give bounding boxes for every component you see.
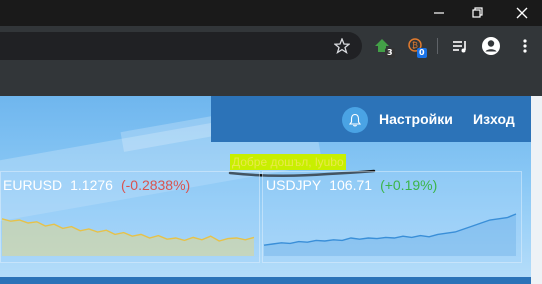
star-icon [334, 38, 350, 54]
ticker-symbol: USDJPY [266, 177, 322, 193]
browser-menu-button[interactable] [512, 33, 538, 59]
site-header: Настройки Изход [211, 96, 531, 142]
minimize-icon [434, 12, 444, 14]
content-bottom-bar [0, 277, 531, 284]
close-window-button[interactable] [505, 0, 539, 26]
media-controls-button[interactable] [447, 33, 473, 59]
settings-link[interactable]: Настройки [379, 111, 453, 127]
web-page: Настройки Изход Добре дошъл, lyubo EURUS… [0, 96, 542, 284]
sparkline-eurusd [1, 218, 255, 256]
logout-link[interactable]: Изход [473, 111, 515, 127]
browser-titlebar [0, 0, 542, 26]
bell-icon [349, 113, 361, 127]
account-icon [482, 37, 500, 55]
ticker-usdjpy: USDJPY 106.71 (+0.19%) [266, 177, 437, 193]
bookmark-star-button[interactable] [329, 33, 355, 59]
page-scrollbar[interactable] [531, 96, 542, 284]
welcome-message: Добре дошъл, lyubo [230, 154, 346, 170]
toolbar-separator [437, 38, 438, 54]
profile-button[interactable] [478, 33, 504, 59]
home-extension-button[interactable]: 3 [369, 33, 395, 59]
ticker-symbol: EURUSD [3, 177, 63, 193]
restore-icon [472, 7, 483, 18]
restore-button[interactable] [461, 0, 495, 26]
address-bar[interactable] [0, 32, 362, 60]
bitcoin-extension-badge: 0 [417, 48, 427, 58]
sparkline-usdjpy [263, 213, 517, 256]
minimize-button[interactable] [422, 0, 456, 26]
bitcoin-extension-button[interactable]: ₿ 0 [402, 33, 428, 59]
menu-icon [523, 39, 527, 53]
notifications-button[interactable] [342, 107, 368, 133]
home-extension-badge: 3 [385, 48, 395, 58]
sparkline-area [264, 214, 516, 256]
ticker-price: 106.71 [329, 177, 373, 193]
sparkline-area [2, 218, 254, 256]
ticker-eurusd: EURUSD 1.1276 (-0.2838%) [3, 177, 190, 193]
ticker-change: (-0.2838%) [120, 177, 191, 193]
close-icon [516, 7, 528, 19]
media-playlist-icon [453, 41, 466, 53]
ticker-change: (+0.19%) [380, 177, 438, 193]
ticker-price: 1.1276 [70, 177, 113, 193]
bookmarks-bar [0, 64, 542, 96]
